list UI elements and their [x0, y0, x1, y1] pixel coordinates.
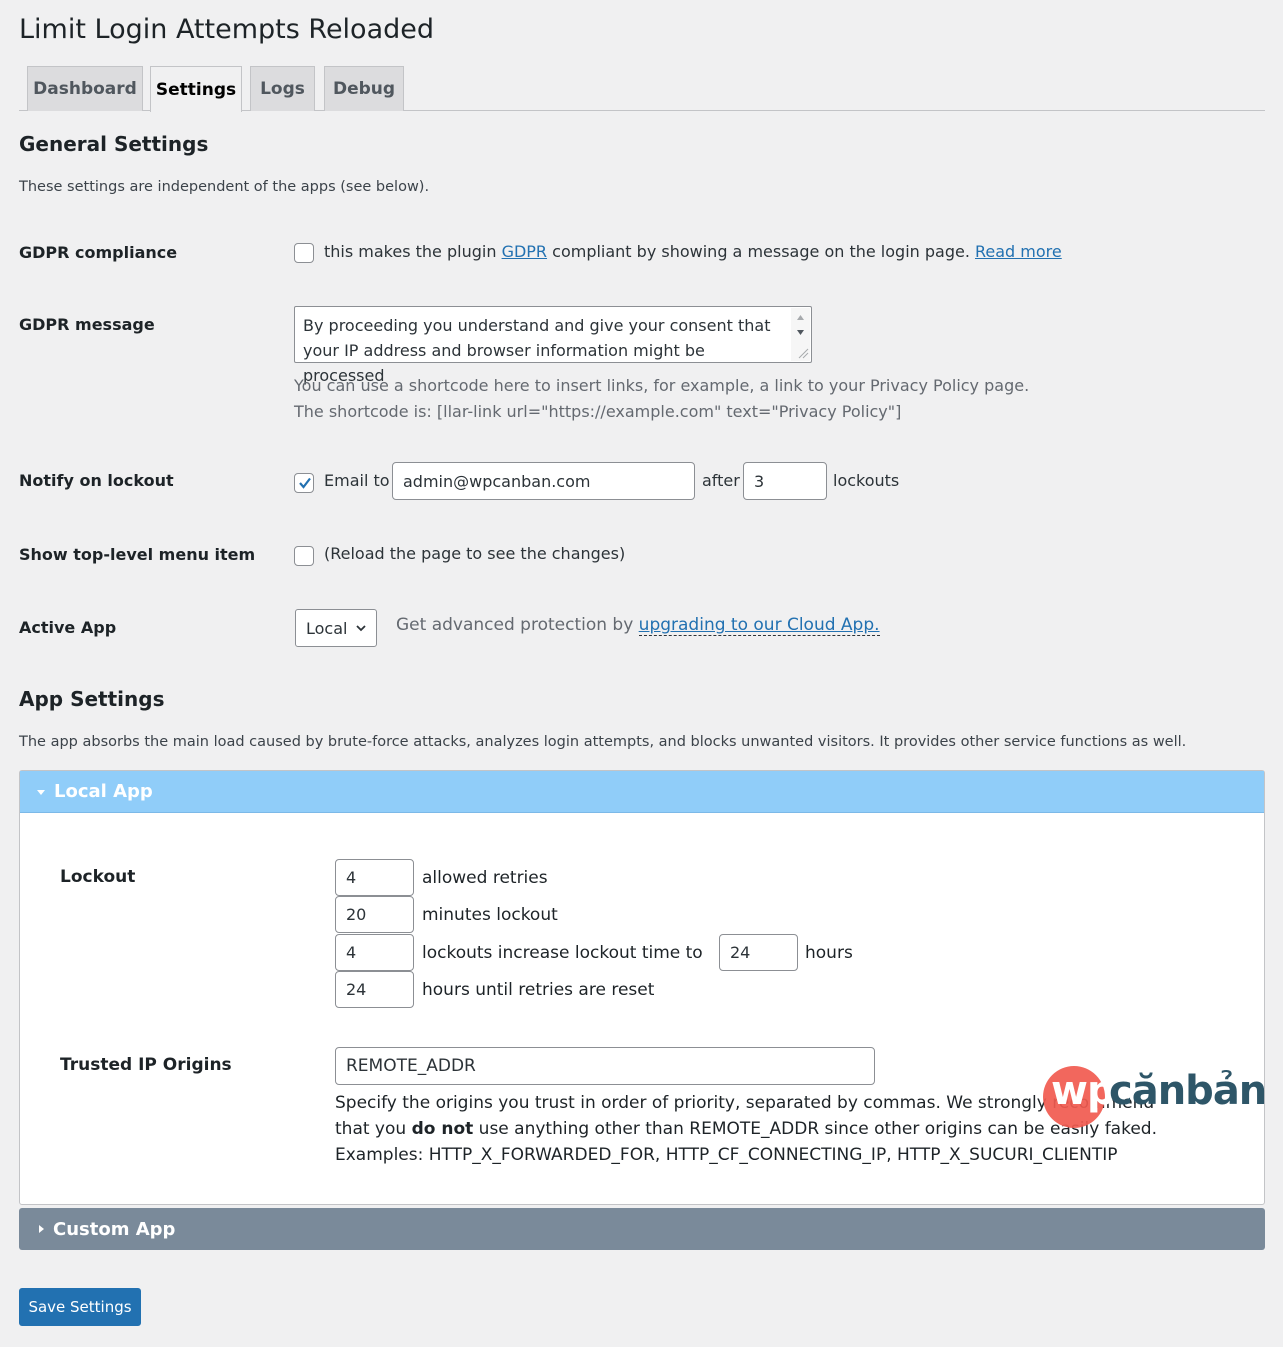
logo-wp: wp: [1051, 1068, 1116, 1114]
active-app-select[interactable]: Local: [295, 609, 377, 647]
gdpr-text-before: this makes the plugin: [324, 242, 497, 261]
tab-logs[interactable]: Logs: [250, 66, 315, 111]
notify-lockout-label: Notify on lockout: [19, 471, 174, 490]
logo-canban: cănbản: [1109, 1068, 1267, 1114]
trusted-ip-input[interactable]: REMOTE_ADDR: [335, 1047, 875, 1085]
lockout-hours-text: hours: [805, 943, 853, 963]
lockout-hours-input[interactable]: 24: [719, 934, 798, 971]
gdpr-compliance-checkbox[interactable]: [294, 243, 314, 263]
triangle-down-icon: [37, 789, 45, 795]
top-menu-label: Show top-level menu item: [19, 545, 256, 564]
gdpr-message-help-2: The shortcode is: [llar-link url="https:…: [294, 402, 902, 421]
custom-app-header[interactable]: Custom App: [19, 1208, 1265, 1250]
general-settings-desc: These settings are independent of the ap…: [19, 179, 430, 195]
top-menu-note: (Reload the page to see the changes): [324, 544, 626, 563]
allowed-retries-text: allowed retries: [422, 868, 548, 888]
chevron-down-icon: [356, 625, 366, 632]
active-app-selected: Local: [306, 618, 348, 638]
trusted-ip-help-2: that you do not use anything other than …: [335, 1119, 1157, 1139]
trusted-ip-help-3: Examples: HTTP_X_FORWARDED_FOR, HTTP_CF_…: [335, 1145, 1118, 1165]
lockout-label: Lockout: [60, 867, 136, 887]
textarea-scrollbar[interactable]: [791, 308, 810, 361]
gdpr-message-label: GDPR message: [19, 315, 155, 334]
page-title: Limit Login Attempts Reloaded: [19, 14, 435, 45]
gdpr-message-line1: By proceeding you understand and give yo…: [303, 316, 771, 335]
email-to-label: Email to: [324, 471, 390, 490]
cloud-app-link[interactable]: upgrading to our Cloud App.: [638, 615, 880, 636]
notify-email-input[interactable]: admin@wpcanban.com: [392, 462, 695, 500]
trusted-ip-label: Trusted IP Origins: [60, 1055, 232, 1075]
gdpr-link[interactable]: GDPR: [502, 242, 547, 261]
general-settings-title: General Settings: [19, 132, 209, 156]
app-settings-title: App Settings: [19, 687, 165, 711]
allowed-retries-input[interactable]: 4: [335, 859, 414, 896]
read-more-link[interactable]: Read more: [975, 242, 1062, 261]
reset-hours-input[interactable]: 24: [335, 971, 414, 1008]
tab-settings[interactable]: Settings: [150, 66, 242, 112]
local-app-panel: Local App Lockout 4 allowed retries 20 m…: [19, 770, 1265, 1205]
active-app-label: Active App: [19, 618, 117, 637]
lockouts-label: lockouts: [833, 471, 900, 490]
gdpr-message-help-1: You can use a shortcode here to insert l…: [294, 376, 1030, 395]
top-menu-checkbox[interactable]: [294, 546, 314, 566]
gdpr-message-textarea[interactable]: By proceeding you understand and give yo…: [294, 306, 812, 385]
lockouts-increase-text: lockouts increase lockout time to: [422, 943, 703, 963]
after-label: after: [702, 471, 740, 490]
minutes-lockout-text: minutes lockout: [422, 905, 558, 925]
active-app-promo: Get advanced protection by upgrading to …: [396, 615, 880, 636]
custom-app-header-label: Custom App: [53, 1218, 176, 1240]
local-app-header[interactable]: Local App: [20, 771, 1264, 813]
active-app-promo-text: Get advanced protection by: [396, 615, 634, 635]
save-settings-button[interactable]: Save Settings: [19, 1288, 141, 1326]
triangle-right-icon: [39, 1225, 44, 1233]
checkmark-icon: [299, 477, 311, 489]
notify-count-input[interactable]: 3: [743, 462, 827, 500]
minutes-lockout-input[interactable]: 20: [335, 896, 414, 933]
gdpr-compliance-text: this makes the plugin GDPR compliant by …: [324, 242, 1062, 261]
app-settings-desc: The app absorbs the main load caused by …: [19, 734, 1187, 750]
gdpr-compliance-label: GDPR compliance: [19, 243, 178, 262]
trusted-ip-help-1: Specify the origins you trust in order o…: [335, 1093, 1155, 1113]
tab-dashboard[interactable]: Dashboard: [27, 66, 143, 111]
wpcanban-logo: wp cănbản: [1043, 1060, 1267, 1130]
trusted-help2-bold: do not: [411, 1119, 474, 1139]
lockouts-increase-input[interactable]: 4: [335, 934, 414, 971]
tab-bar: Dashboard Settings Logs Debug: [19, 66, 1265, 112]
local-app-header-label: Local App: [54, 781, 153, 802]
tab-debug[interactable]: Debug: [324, 66, 404, 111]
gdpr-text-after: compliant by showing a message on the lo…: [552, 242, 970, 261]
notify-lockout-checkbox[interactable]: [294, 473, 314, 493]
reset-hours-text: hours until retries are reset: [422, 980, 655, 1000]
trusted-help2-a: that you: [335, 1119, 407, 1139]
scrollbar-arrows-icon: [797, 315, 809, 359]
